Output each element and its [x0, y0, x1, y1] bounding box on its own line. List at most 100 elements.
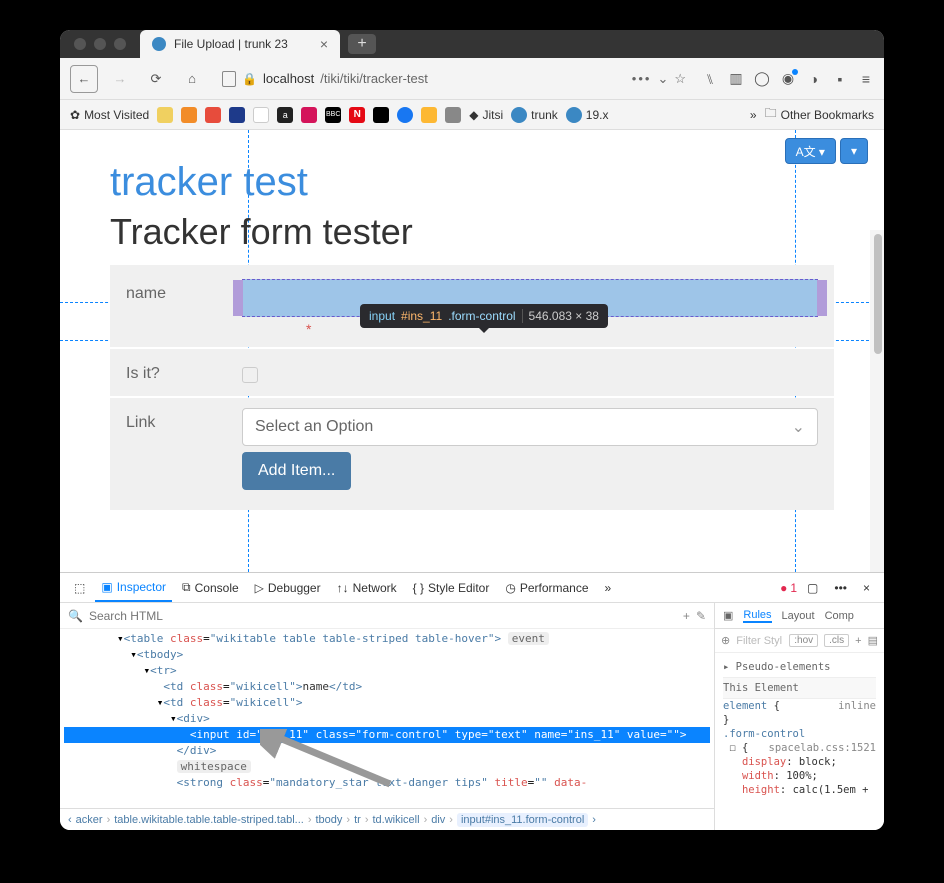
bookmarks-bar: ✿ Most Visited a BBC N ◆ Jitsi trunk 19.…: [60, 100, 884, 130]
library-icon[interactable]: ⑊: [702, 71, 718, 87]
error-badge[interactable]: ● 1: [780, 581, 797, 595]
add-rule-button[interactable]: +: [855, 635, 861, 647]
titlebar: File Upload | trunk 23 × +: [60, 30, 884, 58]
add-item-button[interactable]: Add Item...: [242, 452, 351, 490]
cls-toggle[interactable]: .cls: [824, 634, 849, 647]
style-editor-tab[interactable]: { } Style Editor: [407, 573, 496, 602]
bookmark-icon[interactable]: [373, 107, 389, 123]
dock-button[interactable]: ▢: [801, 573, 824, 602]
link-label: Link: [126, 408, 226, 432]
url-path: /tiki/tiki/tracker-test: [320, 71, 428, 86]
tab-title: File Upload | trunk 23: [174, 37, 288, 51]
devtools-close-icon[interactable]: ×: [857, 573, 876, 602]
form-row-link: Link Select an Option ⌄ Add Item...: [110, 398, 834, 510]
isit-checkbox[interactable]: [242, 367, 258, 383]
bookmark-icon[interactable]: [301, 107, 317, 123]
filter-bar: ⊕ Filter Styl :hov .cls + ▤: [715, 629, 884, 653]
menu-icon[interactable]: ≡: [858, 71, 874, 87]
devtools-toolbar: ⬚ ▣ Inspector ⧉ Console ▷ Debugger ↑↓ Ne…: [60, 573, 884, 603]
performance-tab[interactable]: ◷ Performance: [499, 573, 594, 602]
browser-window: File Upload | trunk 23 × + ← → ⟳ ⌂ 🔒 loc…: [60, 30, 884, 830]
bookmark-star-icon[interactable]: ☆: [674, 71, 686, 87]
required-star-icon: *: [306, 321, 311, 337]
pocket-icon[interactable]: ⌄: [657, 71, 668, 87]
lock-icon: 🔒: [242, 72, 257, 86]
toolbar-icons: ⑊ ▥ ◯ ◉ ◑ ▪ ≡: [702, 71, 874, 87]
box-model-icon[interactable]: ▣: [723, 609, 733, 622]
bookmark-icon[interactable]: [229, 107, 245, 123]
filter-icon: ⊕: [721, 634, 730, 647]
side-tabs: ▣ Rules Layout Comp: [715, 603, 884, 629]
sidebar-icon[interactable]: ▥: [728, 71, 744, 87]
bookmark-19x[interactable]: 19.x: [566, 107, 609, 123]
window-controls[interactable]: [60, 38, 140, 50]
bookmark-icon[interactable]: N: [349, 107, 365, 123]
url-bar[interactable]: 🔒 localhost/tiki/tiki/tracker-test ••• ⌄…: [214, 65, 694, 93]
bookmark-trunk[interactable]: trunk: [511, 107, 558, 123]
tab-close-icon[interactable]: ×: [320, 36, 328, 52]
inspect-tooltip: input#ins_11.form-control 546.083 × 38: [360, 304, 608, 328]
bookmark-icon[interactable]: [253, 107, 269, 123]
page-title: tracker test: [110, 160, 834, 205]
forward-button: →: [106, 65, 134, 93]
debugger-tab[interactable]: ▷ Debugger: [249, 573, 327, 602]
bookmark-icon[interactable]: [397, 107, 413, 123]
devtools: ⬚ ▣ Inspector ⧉ Console ▷ Debugger ↑↓ Ne…: [60, 572, 884, 830]
bookmark-icon[interactable]: a: [277, 107, 293, 123]
url-host: localhost: [263, 71, 314, 86]
devtools-menu-icon[interactable]: •••: [828, 573, 853, 602]
breadcrumb-next-icon[interactable]: ›: [592, 814, 596, 826]
page-subtitle: Tracker form tester: [110, 211, 834, 253]
hov-toggle[interactable]: :hov: [789, 634, 818, 647]
home-button[interactable]: ⌂: [178, 65, 206, 93]
reload-button[interactable]: ⟳: [142, 65, 170, 93]
account-icon[interactable]: ◯: [754, 71, 770, 87]
name-label: name: [126, 279, 226, 303]
search-icon: 🔍: [68, 609, 83, 623]
bookmark-jitsi[interactable]: ◆ Jitsi: [469, 108, 503, 122]
markup-panel[interactable]: ▾<table class="wikitable table table-str…: [60, 629, 714, 808]
rules-tab[interactable]: Rules: [743, 609, 771, 623]
browser-tab[interactable]: File Upload | trunk 23 ×: [140, 30, 340, 58]
extension-icon[interactable]: ▪: [832, 71, 848, 87]
link-select[interactable]: Select an Option ⌄: [242, 408, 818, 446]
new-tab-button[interactable]: +: [348, 34, 376, 54]
computed-tab[interactable]: Comp: [825, 610, 854, 622]
isit-label: Is it?: [126, 359, 226, 383]
layout-tab[interactable]: Layout: [782, 610, 815, 622]
onepassword-icon[interactable]: ◉: [780, 71, 796, 87]
favicon-icon: [152, 37, 166, 51]
inspector-tab[interactable]: ▣ Inspector: [95, 573, 172, 602]
chevron-down-icon: ⌄: [792, 417, 805, 437]
scrollbar[interactable]: [870, 230, 884, 572]
navbar: ← → ⟳ ⌂ 🔒 localhost/tiki/tiki/tracker-te…: [60, 58, 884, 100]
add-node-button[interactable]: +: [683, 609, 690, 623]
network-tab[interactable]: ↑↓ Network: [331, 573, 403, 602]
devtools-overflow-icon[interactable]: »: [599, 573, 618, 602]
tracking-shield-icon: [222, 71, 236, 87]
url-actions-icon[interactable]: •••: [632, 71, 652, 86]
bookmark-icon[interactable]: [181, 107, 197, 123]
search-html-input[interactable]: [89, 609, 677, 623]
selected-markup-line: <input id="ins_11" class="form-control" …: [64, 727, 710, 743]
rules-list[interactable]: ▸ Pseudo-elements This Element element {…: [715, 653, 884, 801]
console-tab[interactable]: ⧉ Console: [176, 573, 245, 602]
bookmark-icon[interactable]: [445, 107, 461, 123]
print-sim-icon[interactable]: ▤: [868, 634, 878, 647]
bookmark-most-visited[interactable]: ✿ Most Visited: [70, 108, 149, 122]
bookmark-icon[interactable]: [157, 107, 173, 123]
rules-panel: ▣ Rules Layout Comp ⊕ Filter Styl :hov .…: [714, 603, 884, 830]
bookmark-icon[interactable]: BBC: [325, 107, 341, 123]
filter-input[interactable]: Filter Styl: [736, 635, 783, 647]
back-button[interactable]: ←: [70, 65, 98, 93]
bookmark-icon[interactable]: [205, 107, 221, 123]
eyedropper-icon[interactable]: ✎: [696, 609, 706, 623]
breadcrumb-prev-icon[interactable]: ‹: [68, 814, 72, 826]
extension-icon[interactable]: ◑: [806, 71, 822, 87]
bookmark-icon[interactable]: [421, 107, 437, 123]
other-bookmarks-folder[interactable]: 🗀 Other Bookmarks: [765, 104, 874, 125]
pick-element-button[interactable]: ⬚: [68, 573, 91, 602]
bookmarks-overflow-icon[interactable]: »: [750, 108, 757, 122]
devtools-search: 🔍 + ✎: [60, 603, 714, 629]
breadcrumb[interactable]: ‹ acker› table.wikitable.table.table-str…: [60, 808, 714, 830]
